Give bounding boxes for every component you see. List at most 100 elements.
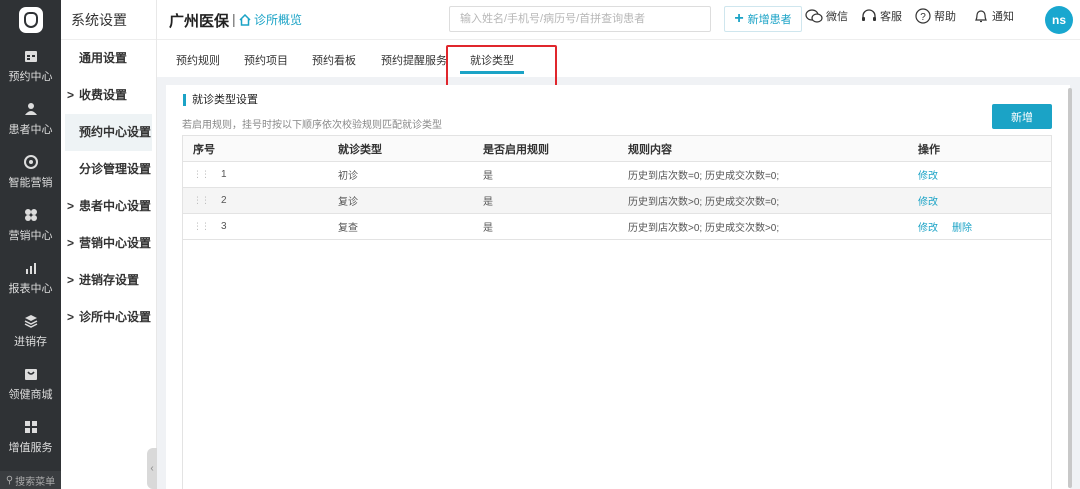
- edit-link[interactable]: 修改: [918, 223, 938, 234]
- tab-bar: 预约规则 预约项目 预约看板 预约提醒服务 就诊类型: [157, 40, 1080, 77]
- top-header: 广州医保 | 诊所概览 + 新增患者 微信 客服 ? 帮助 通知 ns: [157, 0, 1080, 40]
- subnav-label: 进销存设置: [79, 273, 140, 287]
- header-type: 就诊类型: [338, 143, 382, 156]
- table-header: 序号 就诊类型 是否启用规则 规则内容 操作: [183, 136, 1051, 162]
- subnav-item-charge[interactable]: > 收费设置: [61, 77, 156, 114]
- subnav-item-clinic-settings[interactable]: > 诊所中心设置: [61, 299, 156, 336]
- header-separator: |: [232, 11, 236, 27]
- drag-handle-icon[interactable]: ⋮⋮: [193, 169, 210, 179]
- grid-icon: [24, 421, 37, 433]
- chevron-right-icon: >: [67, 236, 75, 250]
- nav-label: 智能营销: [8, 177, 53, 189]
- row-no: 1: [221, 169, 227, 180]
- nav-item-appointment[interactable]: 预约中心: [0, 40, 61, 93]
- patient-search-input[interactable]: [449, 6, 711, 32]
- support-button[interactable]: 客服: [861, 8, 902, 24]
- tab-visit-type[interactable]: 就诊类型: [460, 40, 524, 77]
- tooth-logo-icon: [18, 7, 43, 33]
- add-visit-type-button[interactable]: 新增: [992, 104, 1052, 129]
- edit-link[interactable]: 修改: [918, 197, 938, 208]
- support-label: 客服: [880, 11, 902, 23]
- subnav-item-patient-settings[interactable]: > 患者中心设置: [61, 188, 156, 225]
- clinic-name: 广州医保: [169, 13, 230, 30]
- nav-item-reports[interactable]: 报表中心: [0, 252, 61, 305]
- svg-text:?: ?: [920, 12, 926, 23]
- row-enabled: 是: [483, 223, 493, 234]
- tab-booking-rules[interactable]: 预约规则: [176, 40, 220, 77]
- row-no-cell: ⋮⋮ 2: [183, 195, 328, 206]
- app-logo[interactable]: [0, 0, 61, 40]
- bell-icon: [975, 10, 987, 23]
- subnav-label: 通用设置: [79, 51, 128, 65]
- chevron-right-icon: >: [67, 273, 75, 287]
- nav-label: 进销存: [14, 336, 47, 348]
- nav-item-patient[interactable]: 患者中心: [0, 93, 61, 146]
- nav-label: 营销中心: [8, 230, 53, 242]
- menu-search-label: 搜索菜单: [15, 476, 56, 488]
- nav-label: 领健商城: [8, 389, 53, 401]
- drag-handle-icon[interactable]: ⋮⋮: [193, 221, 210, 231]
- bar-chart-icon: [25, 263, 36, 274]
- row-rule: 历史到店次数>0; 历史成交次数>0;: [628, 223, 780, 234]
- nav-item-smart-marketing[interactable]: 智能营销: [0, 146, 61, 199]
- help-button[interactable]: ? 帮助: [915, 8, 956, 24]
- chevron-right-icon: >: [67, 310, 75, 324]
- row-rule: 历史到店次数=0; 历史成交次数=0;: [628, 171, 780, 182]
- subnav-item-appointment-settings[interactable]: 预约中心设置: [65, 114, 152, 151]
- tab-booking-items[interactable]: 预约项目: [244, 40, 288, 77]
- header-no: 序号: [193, 143, 215, 156]
- table-row: ⋮⋮ 2 复诊 是 历史到店次数>0; 历史成交次数=0; 修改: [183, 188, 1051, 214]
- menu-search[interactable]: ⚲ 搜索菜单: [0, 471, 61, 489]
- subnav-item-marketing-settings[interactable]: > 营销中心设置: [61, 225, 156, 262]
- add-patient-button[interactable]: + 新增患者: [724, 6, 802, 32]
- edit-link[interactable]: 修改: [918, 171, 938, 182]
- subnav-label: 预约中心设置: [79, 125, 152, 139]
- main-sidebar: 预约中心 患者中心 智能营销 营销中心 报表中心 进销存 领健商城 增值服务 ⚲…: [0, 0, 61, 489]
- delete-link[interactable]: 删除: [952, 223, 972, 234]
- tab-reminder-service[interactable]: 预约提醒服务: [381, 40, 447, 77]
- row-actions: 修改 删除: [908, 219, 1051, 234]
- subnav-label: 收费设置: [79, 88, 128, 102]
- row-actions: 修改: [908, 167, 1051, 182]
- plus-icon: +: [734, 10, 744, 27]
- wechat-button[interactable]: 微信: [805, 8, 848, 24]
- drag-handle-icon[interactable]: ⋮⋮: [193, 195, 210, 205]
- table-row: ⋮⋮ 1 初诊 是 历史到店次数=0; 历史成交次数=0; 修改: [183, 162, 1051, 188]
- row-actions: 修改: [908, 193, 1051, 208]
- subnav-item-triage[interactable]: 分诊管理设置: [61, 151, 156, 188]
- row-no: 3: [221, 221, 227, 232]
- overview-label: 诊所概览: [254, 13, 303, 27]
- header-enabled: 是否启用规则: [483, 143, 549, 156]
- subnav-item-inventory-settings[interactable]: > 进销存设置: [61, 262, 156, 299]
- notification-button[interactable]: 通知: [973, 8, 1014, 24]
- wechat-icon: [805, 9, 823, 23]
- clinic-overview-link[interactable]: 诊所概览: [239, 11, 302, 28]
- row-enabled: 是: [483, 171, 493, 182]
- collapse-sidebar-handle[interactable]: ‹: [147, 448, 157, 489]
- row-enabled: 是: [483, 197, 493, 208]
- page-scrollbar[interactable]: [1068, 88, 1072, 488]
- row-no-cell: ⋮⋮ 1: [183, 169, 328, 180]
- nav-item-value-added[interactable]: 增值服务: [0, 411, 61, 464]
- settings-sidebar: 系统设置 通用设置 > 收费设置 预约中心设置 分诊管理设置 > 患者中心设置 > 营…: [61, 0, 157, 489]
- home-icon: [239, 13, 251, 26]
- row-type: 复查: [338, 223, 358, 234]
- settings-title: 系统设置: [61, 0, 156, 40]
- subnav-item-general[interactable]: 通用设置: [61, 40, 156, 77]
- help-label: 帮助: [934, 11, 956, 23]
- nav-item-inventory[interactable]: 进销存: [0, 305, 61, 358]
- user-avatar[interactable]: ns: [1045, 6, 1073, 34]
- row-no: 2: [221, 195, 227, 206]
- visit-type-panel: 就诊类型设置 若启用规则，挂号时按以下顺序依次校验规则匹配就诊类型 新增 序号 …: [166, 85, 1070, 489]
- fan-icon: [24, 209, 37, 221]
- chevron-right-icon: >: [67, 199, 75, 213]
- nav-item-mall[interactable]: 领健商城: [0, 358, 61, 411]
- tab-booking-board[interactable]: 预约看板: [312, 40, 356, 77]
- header-rule: 规则内容: [628, 143, 672, 156]
- nav-item-marketing-center[interactable]: 营销中心: [0, 199, 61, 252]
- row-type: 复诊: [338, 197, 358, 208]
- row-no-cell: ⋮⋮ 3: [183, 221, 328, 232]
- user-icon: [24, 103, 37, 115]
- nav-label: 增值服务: [8, 442, 53, 454]
- subnav-label: 分诊管理设置: [79, 162, 152, 176]
